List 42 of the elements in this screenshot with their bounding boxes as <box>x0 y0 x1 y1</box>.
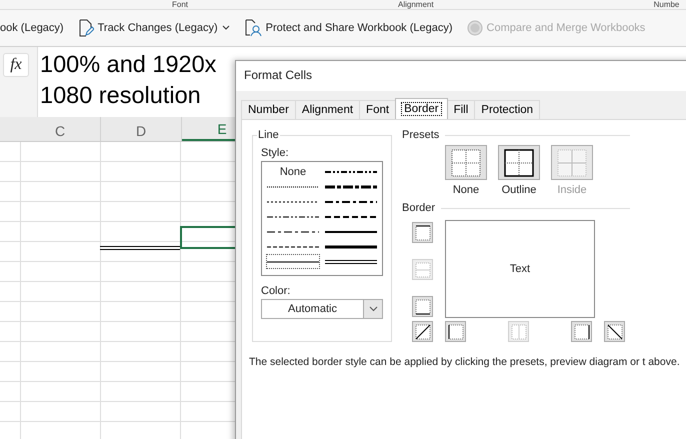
preset-button[interactable] <box>498 145 540 180</box>
border-toggle-button[interactable] <box>445 321 466 342</box>
dialog-title: Format Cells <box>236 61 686 91</box>
circle-icon <box>466 20 483 36</box>
border-toggle-button[interactable] <box>571 321 592 342</box>
description-text: The selected border style can be applied by clicking the presets, preview diagram or t above. <box>249 356 681 369</box>
section-label: Presets <box>402 129 440 141</box>
dialog-tab[interactable]: Number <box>241 100 296 119</box>
line-style-option[interactable]: None <box>266 164 320 179</box>
ribbon-group-label: Alignment <box>398 0 434 9</box>
border-toggle-button[interactable] <box>412 321 433 342</box>
style-label: Style: <box>261 147 290 159</box>
dialog-tab[interactable]: Protection <box>474 100 540 119</box>
section-label: Border <box>402 202 436 214</box>
border-preview[interactable]: Text <box>445 220 595 318</box>
border-toggle-button[interactable] <box>604 321 625 342</box>
preset-label: Inside <box>557 184 587 196</box>
column-header[interactable]: C <box>20 117 101 141</box>
ribbon-group-label: Numbe <box>654 0 680 9</box>
ribbon-command[interactable]: ook (Legacy) <box>0 22 70 34</box>
color-dropdown[interactable]: Automatic <box>261 299 383 319</box>
line-style-option[interactable] <box>266 254 320 269</box>
ribbon-command[interactable]: Protect and Share Workbook (Legacy) <box>238 19 459 37</box>
preset-label: Outline <box>502 184 536 196</box>
border-toggle-button[interactable] <box>412 296 433 317</box>
border-toggle-button[interactable] <box>412 222 433 243</box>
line-sample-icon <box>325 182 377 190</box>
column-header[interactable]: D <box>101 117 182 141</box>
line-style-list[interactable]: None <box>261 161 383 276</box>
line-sample-icon <box>325 242 377 250</box>
ribbon-group-label: Font <box>172 0 188 9</box>
preset-label: None <box>452 184 480 196</box>
insert-function-button[interactable]: fx <box>3 53 29 77</box>
document-person-icon <box>244 19 262 37</box>
annotation-text: 100% and 1920x 1080 resolution <box>40 50 218 110</box>
chevron-down-icon <box>368 306 378 312</box>
double-line-icon <box>325 258 377 266</box>
dialog-tab[interactable]: Border <box>395 98 448 119</box>
preview-text: Text <box>510 263 530 275</box>
document-pen-icon <box>78 19 94 37</box>
color-label: Color: <box>261 285 292 297</box>
ribbon-command[interactable]: Track Changes (Legacy) <box>72 19 236 37</box>
